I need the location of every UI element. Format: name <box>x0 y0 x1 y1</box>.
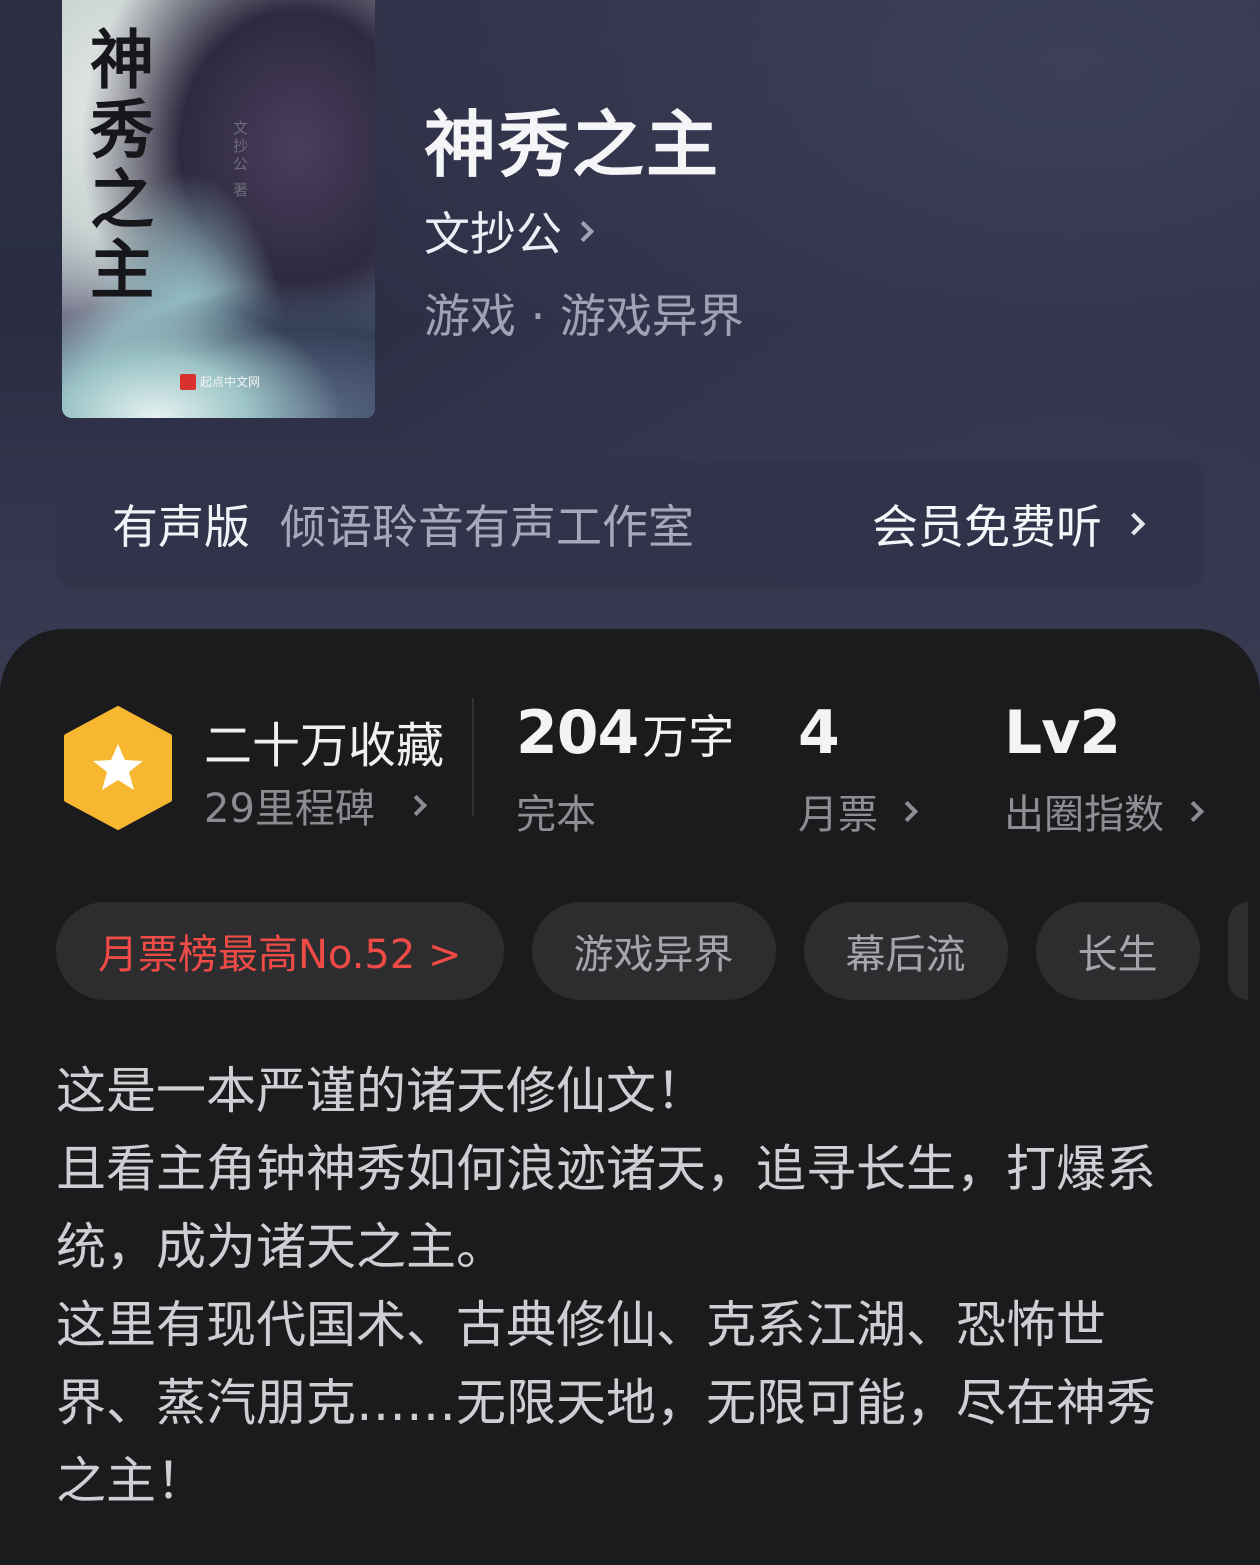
tag-longevity[interactable]: 长生 <box>1035 902 1200 1000</box>
listen-free-button[interactable]: 会员免费听 <box>872 461 1146 587</box>
synopsis-line: 这里有现代国术、古典修仙、克系江湖、恐怖世界、蒸汽朋克……无限天地，无限可能，尽… <box>56 1296 1156 1510</box>
synopsis-line: 且看主角钟神秀如何浪迹诸天，追寻长生，打爆系统，成为诸天之主。 <box>56 1140 1156 1276</box>
cover-calligraphy-title: 神秀之主 <box>79 26 154 306</box>
author-name: 文抄公 <box>424 207 562 261</box>
word-count-unit: 万字 <box>642 710 735 764</box>
author-link[interactable]: 文抄公 <box>424 198 595 264</box>
synopsis-line: 这是一本严谨的诸天修仙文！ <box>56 1062 706 1120</box>
cover-author-text: 文抄公 著 <box>231 120 249 200</box>
completion-status: 完本 <box>516 782 596 840</box>
audiobook-studio: 倾语聆音有声工作室 <box>280 500 694 554</box>
stats-divider <box>472 698 474 816</box>
word-count: 204万字 <box>516 698 734 768</box>
milestones-label: 29里程碑 <box>204 786 375 832</box>
monthly-votes-label: 月票 <box>798 792 878 838</box>
cover-publisher-logo: 起点中文网 <box>180 373 260 390</box>
monthly-votes-link[interactable]: 月票 <box>798 782 919 840</box>
word-count-value: 204 <box>516 698 639 768</box>
book-title: 神秀之主 <box>424 102 721 187</box>
star-badge-icon <box>64 706 172 830</box>
popularity-index-link[interactable]: 出圈指数 <box>1004 782 1205 840</box>
tag-overflow[interactable] <box>1227 902 1248 1000</box>
ranking-tag[interactable]: 月票榜最高No.52 > <box>56 902 504 1000</box>
tag-behind-scenes[interactable]: 幕后流 <box>803 902 1008 1000</box>
book-genre: 游戏 · 游戏异界 <box>424 289 744 343</box>
monthly-votes-value: 4 <box>798 698 840 768</box>
chevron-right-icon <box>572 220 595 242</box>
publisher-name: 起点中文网 <box>200 375 261 389</box>
book-cover-image[interactable]: 神秀之主 文抄公 著 起点中文网 <box>62 0 375 418</box>
audiobook-tag: 有声版 <box>112 500 250 554</box>
favorites-count[interactable]: 二十万收藏 <box>204 706 444 776</box>
monthly-votes-count: 4 <box>798 698 840 768</box>
publisher-logo-icon <box>180 373 196 390</box>
chevron-right-icon <box>896 800 919 822</box>
tag-game-world[interactable]: 游戏异界 <box>531 902 776 1000</box>
milestones-link[interactable]: 29里程碑 <box>204 776 428 834</box>
popularity-index-label: 出圈指数 <box>1004 792 1164 838</box>
book-synopsis[interactable]: 这是一本严谨的诸天修仙文！ 且看主角钟神秀如何浪迹诸天，追寻长生，打爆系统，成为… <box>56 1052 1186 1520</box>
listen-free-label: 会员免费听 <box>872 500 1102 554</box>
audiobook-banner[interactable]: 有声版 倾语聆音有声工作室 会员免费听 <box>56 461 1204 587</box>
popularity-level-value: Lv2 <box>1004 698 1121 768</box>
completion-status-label: 完本 <box>516 792 596 838</box>
chevron-right-icon <box>1182 800 1205 822</box>
popularity-level: Lv2 <box>1004 698 1121 768</box>
tag-list: 月票榜最高No.52 > 游戏异界 幕后流 长生 <box>56 902 1248 1000</box>
chevron-right-icon <box>1122 512 1146 536</box>
chevron-right-icon <box>405 794 428 816</box>
